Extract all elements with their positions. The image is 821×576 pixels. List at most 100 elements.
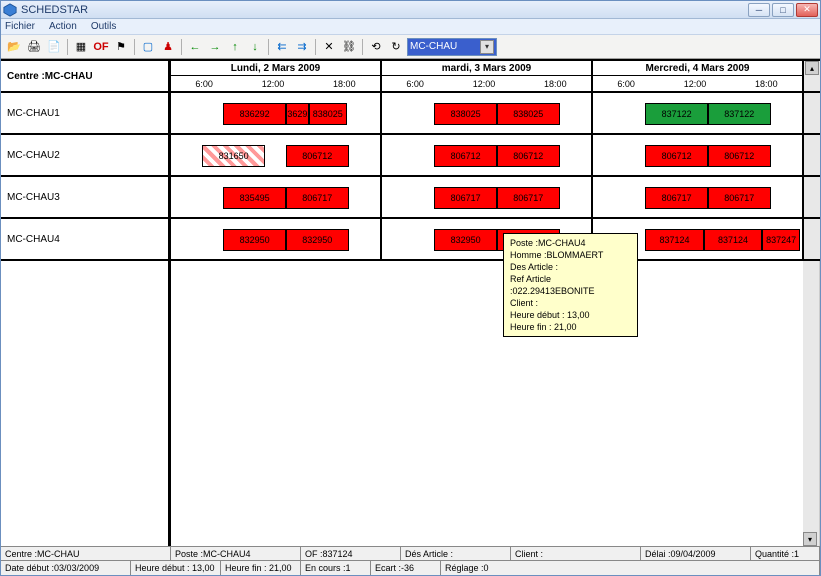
day-cell[interactable]: 838025838025 <box>382 93 593 135</box>
status-centre: Centre :MC-CHAU <box>1 547 171 560</box>
status-hdebut: Heure début : 13,00 <box>131 561 221 575</box>
person-icon[interactable]: ♟ <box>159 38 177 56</box>
screen-icon[interactable]: ▢ <box>139 38 157 56</box>
task-bar[interactable]: 806717 <box>286 187 349 209</box>
export-icon[interactable]: 📄 <box>45 38 63 56</box>
task-bar[interactable]: 838025 <box>497 103 560 125</box>
task-bar[interactable]: 806717 <box>645 187 708 209</box>
separator <box>268 39 269 55</box>
status-qte: Quantité :1 <box>751 547 820 560</box>
task-bar[interactable]: 832950 <box>223 229 286 251</box>
vscroll[interactable]: ▾ <box>803 261 819 546</box>
scroll-track[interactable] <box>804 219 820 261</box>
scroll-track[interactable] <box>804 93 820 135</box>
app-icon <box>3 3 17 17</box>
refresh-icon[interactable]: ⟲ <box>367 38 385 56</box>
close-button[interactable]: ✕ <box>796 3 818 17</box>
task-bar[interactable]: 806712 <box>286 145 349 167</box>
app-window: SCHEDSTAR ─ □ ✕ Fichier Action Outils 📂 … <box>0 0 821 576</box>
task-bar[interactable]: 832950 <box>434 229 497 251</box>
status-reglage: Réglage :0 <box>441 561 820 575</box>
double-right-icon[interactable]: ⇉ <box>293 38 311 56</box>
day-header-0: Lundi, 2 Mars 2009 6:0012:0018:00 <box>171 61 382 93</box>
day-cell[interactable]: 806712806712 <box>593 135 804 177</box>
of-icon[interactable]: OF <box>92 38 110 56</box>
day-header-2: Mercredi, 4 Mars 2009 6:0012:0018:00 <box>593 61 804 93</box>
day-cell[interactable]: 806717806717 <box>382 177 593 219</box>
arrow-up-icon[interactable]: ↑ <box>226 38 244 56</box>
status-ecart: Ecart :-36 <box>371 561 441 575</box>
chevron-down-icon: ▾ <box>480 40 494 54</box>
arrow-down-icon[interactable]: ↓ <box>246 38 264 56</box>
menubar: Fichier Action Outils <box>1 19 820 35</box>
day-cell[interactable]: 806712806712 <box>382 135 593 177</box>
task-bar[interactable]: 838025 <box>434 103 497 125</box>
blank-area: ▾ <box>1 261 820 546</box>
statusbar: Centre :MC-CHAU Poste :MC-CHAU4 OF :8371… <box>1 546 820 575</box>
task-bar[interactable]: 806712 <box>708 145 771 167</box>
titlebar: SCHEDSTAR ─ □ ✕ <box>1 1 820 19</box>
task-bar[interactable]: 832950 <box>286 229 349 251</box>
task-bar[interactable]: 837247 <box>762 229 800 251</box>
arrow-left-icon[interactable]: ← <box>186 38 204 56</box>
task-tooltip: Poste :MC-CHAU4 Homme :BLOMMAERT Des Art… <box>503 233 638 337</box>
task-bar[interactable]: 831650 <box>202 145 265 167</box>
task-bar[interactable]: 806712 <box>645 145 708 167</box>
task-bar[interactable]: 806712 <box>497 145 560 167</box>
open-icon[interactable]: 📂 <box>5 38 23 56</box>
arrow-right-icon[interactable]: → <box>206 38 224 56</box>
day-cell[interactable]: 836292836292838025 <box>171 93 382 135</box>
print-icon[interactable]: 🖨 <box>25 38 43 56</box>
redo-icon[interactable]: ↻ <box>387 38 405 56</box>
rows-container: MC-CHAU183629283629283802583802583802583… <box>1 93 820 261</box>
day-label-1: mardi, 3 Mars 2009 <box>382 61 591 76</box>
menu-tools[interactable]: Outils <box>91 21 117 32</box>
task-bar[interactable]: 837122 <box>708 103 771 125</box>
double-left-icon[interactable]: ⇇ <box>273 38 291 56</box>
status-encours: En cours :1 <box>301 561 371 575</box>
task-bar[interactable]: 806717 <box>497 187 560 209</box>
task-bar[interactable]: 836292 <box>286 103 309 125</box>
schedule-area: Centre :MC-CHAU Lundi, 2 Mars 2009 6:001… <box>1 59 820 546</box>
row-label-MC-CHAU1: MC-CHAU1 <box>1 93 171 135</box>
scroll-track[interactable] <box>804 177 820 219</box>
maximize-button[interactable]: □ <box>772 3 794 17</box>
task-bar[interactable]: 837124 <box>645 229 704 251</box>
day-cell[interactable]: 832950832950 <box>171 219 382 261</box>
task-bar[interactable]: 806717 <box>434 187 497 209</box>
status-hfin: Heure fin : 21,00 <box>221 561 301 575</box>
day-label-2: Mercredi, 4 Mars 2009 <box>593 61 802 76</box>
status-delai: Délai :09/04/2009 <box>641 547 751 560</box>
row-label-MC-CHAU4: MC-CHAU4 <box>1 219 171 261</box>
task-bar[interactable]: 806712 <box>434 145 497 167</box>
task-bar[interactable]: 838025 <box>309 103 347 125</box>
separator <box>134 39 135 55</box>
scroll-down-icon[interactable]: ▾ <box>803 532 817 546</box>
status-of: OF :837124 <box>301 547 401 560</box>
day-cell[interactable]: 806717806717 <box>593 177 804 219</box>
schedule-grid: Centre :MC-CHAU Lundi, 2 Mars 2009 6:001… <box>1 59 820 93</box>
task-bar[interactable]: 835495 <box>223 187 286 209</box>
flag-icon[interactable]: ⚑ <box>112 38 130 56</box>
day-header-1: mardi, 3 Mars 2009 6:0012:0018:00 <box>382 61 593 93</box>
day-cell[interactable]: 835495806717 <box>171 177 382 219</box>
centre-dropdown[interactable]: MC-CHAU ▾ <box>407 38 497 56</box>
row-label-MC-CHAU2: MC-CHAU2 <box>1 135 171 177</box>
grid-icon[interactable]: ▦ <box>72 38 90 56</box>
day-cell[interactable]: 831650 806712 <box>171 135 382 177</box>
task-bar[interactable]: 837122 <box>645 103 708 125</box>
scroll-track[interactable] <box>804 135 820 177</box>
task-bar[interactable]: 836292 <box>223 103 286 125</box>
minimize-button[interactable]: ─ <box>748 3 770 17</box>
day-cell[interactable]: 837122837122 <box>593 93 804 135</box>
task-bar[interactable]: 806717 <box>708 187 771 209</box>
scroll-up[interactable]: ▴ <box>804 61 820 93</box>
menu-action[interactable]: Action <box>49 21 77 32</box>
day-label-0: Lundi, 2 Mars 2009 <box>171 61 380 76</box>
window-title: SCHEDSTAR <box>21 4 88 16</box>
status-article: Dés Article : <box>401 547 511 560</box>
task-bar[interactable]: 837124 <box>704 229 763 251</box>
menu-file[interactable]: Fichier <box>5 21 35 32</box>
tools-icon[interactable]: ✕ <box>320 38 338 56</box>
link-icon[interactable]: ⛓ <box>340 38 358 56</box>
